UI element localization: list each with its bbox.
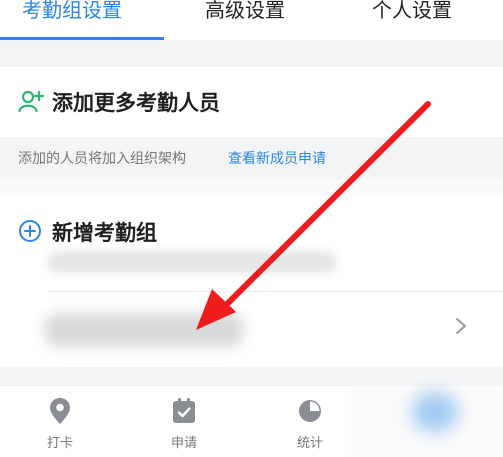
section-gap [0, 179, 503, 195]
nav-item-label: 申请 [170, 436, 197, 451]
hint-text: 添加的人员将加入组织架构 [18, 151, 186, 167]
plus-circle-icon[interactable] [18, 219, 42, 243]
top-tab-bar: 考勤组设置 高级设置 个人设置 [0, 0, 503, 40]
nav-item-checkin[interactable]: 打卡 [20, 386, 100, 457]
nav-item-label: 打卡 [46, 436, 73, 451]
chevron-right-icon[interactable] [454, 317, 468, 335]
tab-advanced-settings[interactable]: 高级设置 [205, 0, 285, 34]
bottom-nav: 打卡 申请 统计 [0, 385, 503, 457]
tab-attendance-group-settings[interactable]: 考勤组设置 [22, 0, 122, 34]
view-new-member-requests-link[interactable]: 查看新成员申请 [228, 148, 326, 168]
calendar-check-icon [173, 398, 195, 423]
blurred-group-info [48, 251, 336, 273]
section-gap [0, 40, 503, 67]
add-member-row[interactable]: 添加更多考勤人员 [0, 67, 503, 137]
nav-item-statistics[interactable]: 统计 [270, 386, 350, 457]
hint-row: 添加的人员将加入组织架构 查看新成员申请 [0, 137, 503, 179]
tab-personal-settings[interactable]: 个人设置 [372, 0, 452, 34]
blurred-group-item[interactable] [44, 313, 244, 347]
divider [48, 291, 503, 292]
add-user-icon [18, 90, 44, 113]
nav-item-label: 统计 [296, 436, 323, 451]
blurred-region [412, 392, 458, 432]
section-gap [0, 367, 503, 385]
attendance-group-card: 新增考勤组 [0, 195, 503, 367]
location-pin-icon [50, 398, 70, 424]
nav-item-apply[interactable]: 申请 [144, 386, 224, 457]
pie-chart-icon [299, 400, 321, 422]
new-group-label[interactable]: 新增考勤组 [52, 217, 157, 247]
add-member-label: 添加更多考勤人员 [52, 91, 220, 115]
